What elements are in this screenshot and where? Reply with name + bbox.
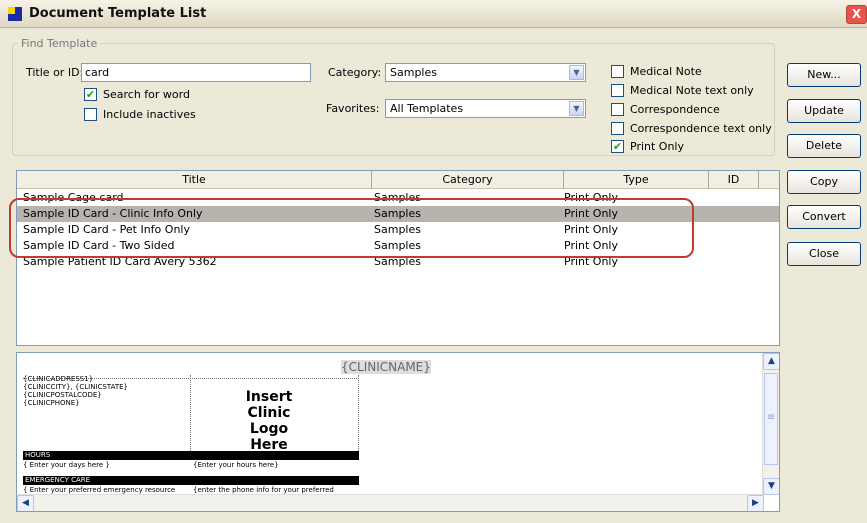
new-button[interactable]: New...: [787, 63, 861, 87]
clinic-name-token: {CLINICNAME}: [341, 360, 431, 374]
category-select[interactable]: Samples ▼: [385, 63, 586, 82]
close-window-button[interactable]: X: [846, 5, 867, 24]
emergency-resource: { Enter your preferred emergency resourc…: [23, 486, 176, 494]
scroll-left-icon[interactable]: ◀: [17, 495, 34, 511]
emergency-bar: EMERGENCY CARE: [23, 476, 359, 485]
column-id[interactable]: ID: [709, 171, 759, 189]
correspondence-label: Correspondence: [630, 103, 720, 116]
logo-block: Insert Clinic Logo Here: [191, 375, 359, 453]
update-button[interactable]: Update: [787, 99, 861, 123]
print-only-checkbox[interactable]: ✔: [611, 140, 624, 153]
hours-bar: HOURS: [23, 451, 359, 460]
medical-note-label: Medical Note: [630, 65, 702, 78]
title-or-id-label: Title or ID:: [26, 66, 84, 79]
close-button[interactable]: Close: [787, 242, 861, 266]
title-or-id-input[interactable]: card: [81, 63, 311, 82]
chevron-down-icon[interactable]: ▼: [569, 65, 584, 80]
correspondence-text-label: Correspondence text only: [630, 122, 772, 135]
category-label: Category:: [328, 66, 382, 79]
phone-token: {CLINICPHONE}: [23, 399, 80, 407]
favorites-select[interactable]: All Templates ▼: [385, 99, 586, 118]
column-category[interactable]: Category: [372, 171, 564, 189]
find-template-legend: Find Template: [18, 37, 101, 50]
horizontal-scrollbar[interactable]: ◀ ▶: [17, 494, 764, 511]
city-state-token: {CLINICCITY}, {CLINICSTATE}: [23, 383, 128, 391]
postal-token: {CLINICPOSTALCODE}: [23, 391, 102, 399]
template-list: Title Category Type ID Sample Cage card …: [16, 170, 780, 346]
highlight-annotation: [9, 198, 694, 258]
column-type[interactable]: Type: [564, 171, 709, 189]
category-value: Samples: [390, 66, 437, 79]
document-template-window: Document Template List X Find Template T…: [0, 0, 867, 523]
emergency-phone: {enter the phone info for your preferred: [193, 486, 334, 494]
include-inactives-label: Include inactives: [103, 108, 196, 121]
id-card-preview: {CLINICNAME} {CLINICADDRESS1} {CLINICCIT…: [23, 359, 431, 504]
title-bar: Document Template List X: [0, 0, 867, 28]
delete-button[interactable]: Delete: [787, 134, 861, 158]
column-title[interactable]: Title: [17, 171, 372, 189]
scroll-right-icon[interactable]: ▶: [747, 495, 764, 511]
address-block: {CLINICADDRESS1} {CLINICCITY}, {CLINICST…: [23, 375, 191, 451]
medical-note-text-label: Medical Note text only: [630, 84, 754, 97]
search-for-word-label: Search for word: [103, 88, 190, 101]
convert-button[interactable]: Convert: [787, 205, 861, 229]
scroll-down-icon[interactable]: ▼: [763, 478, 779, 495]
medical-note-checkbox[interactable]: [611, 65, 624, 78]
list-header: Title Category Type ID: [17, 171, 779, 189]
checkmark-icon: ✔: [612, 140, 623, 153]
correspondence-checkbox[interactable]: [611, 103, 624, 116]
correspondence-text-checkbox[interactable]: [611, 122, 624, 135]
hours-placeholder: {Enter your hours here}: [193, 461, 279, 469]
days-placeholder: { Enter your days here }: [23, 461, 110, 469]
copy-button[interactable]: Copy: [787, 170, 861, 194]
app-icon: [8, 7, 22, 21]
checkmark-icon: ✔: [85, 88, 96, 101]
favorites-label: Favorites:: [326, 102, 380, 115]
medical-note-text-checkbox[interactable]: [611, 84, 624, 97]
vertical-scrollbar[interactable]: ▲ ≡ ▼: [762, 353, 779, 495]
search-for-word-checkbox[interactable]: ✔: [84, 88, 97, 101]
scroll-thumb[interactable]: ≡: [764, 373, 778, 465]
include-inactives-checkbox[interactable]: [84, 108, 97, 121]
address-token: {CLINICADDRESS1}: [23, 375, 94, 383]
logo-placeholder: Insert Clinic Logo Here: [245, 389, 293, 453]
scroll-up-icon[interactable]: ▲: [763, 353, 779, 370]
template-preview: {CLINICNAME} {CLINICADDRESS1} {CLINICCIT…: [16, 352, 780, 512]
window-title: Document Template List: [29, 6, 207, 21]
print-only-label: Print Only: [630, 140, 684, 153]
chevron-down-icon[interactable]: ▼: [569, 101, 584, 116]
favorites-value: All Templates: [390, 102, 464, 115]
